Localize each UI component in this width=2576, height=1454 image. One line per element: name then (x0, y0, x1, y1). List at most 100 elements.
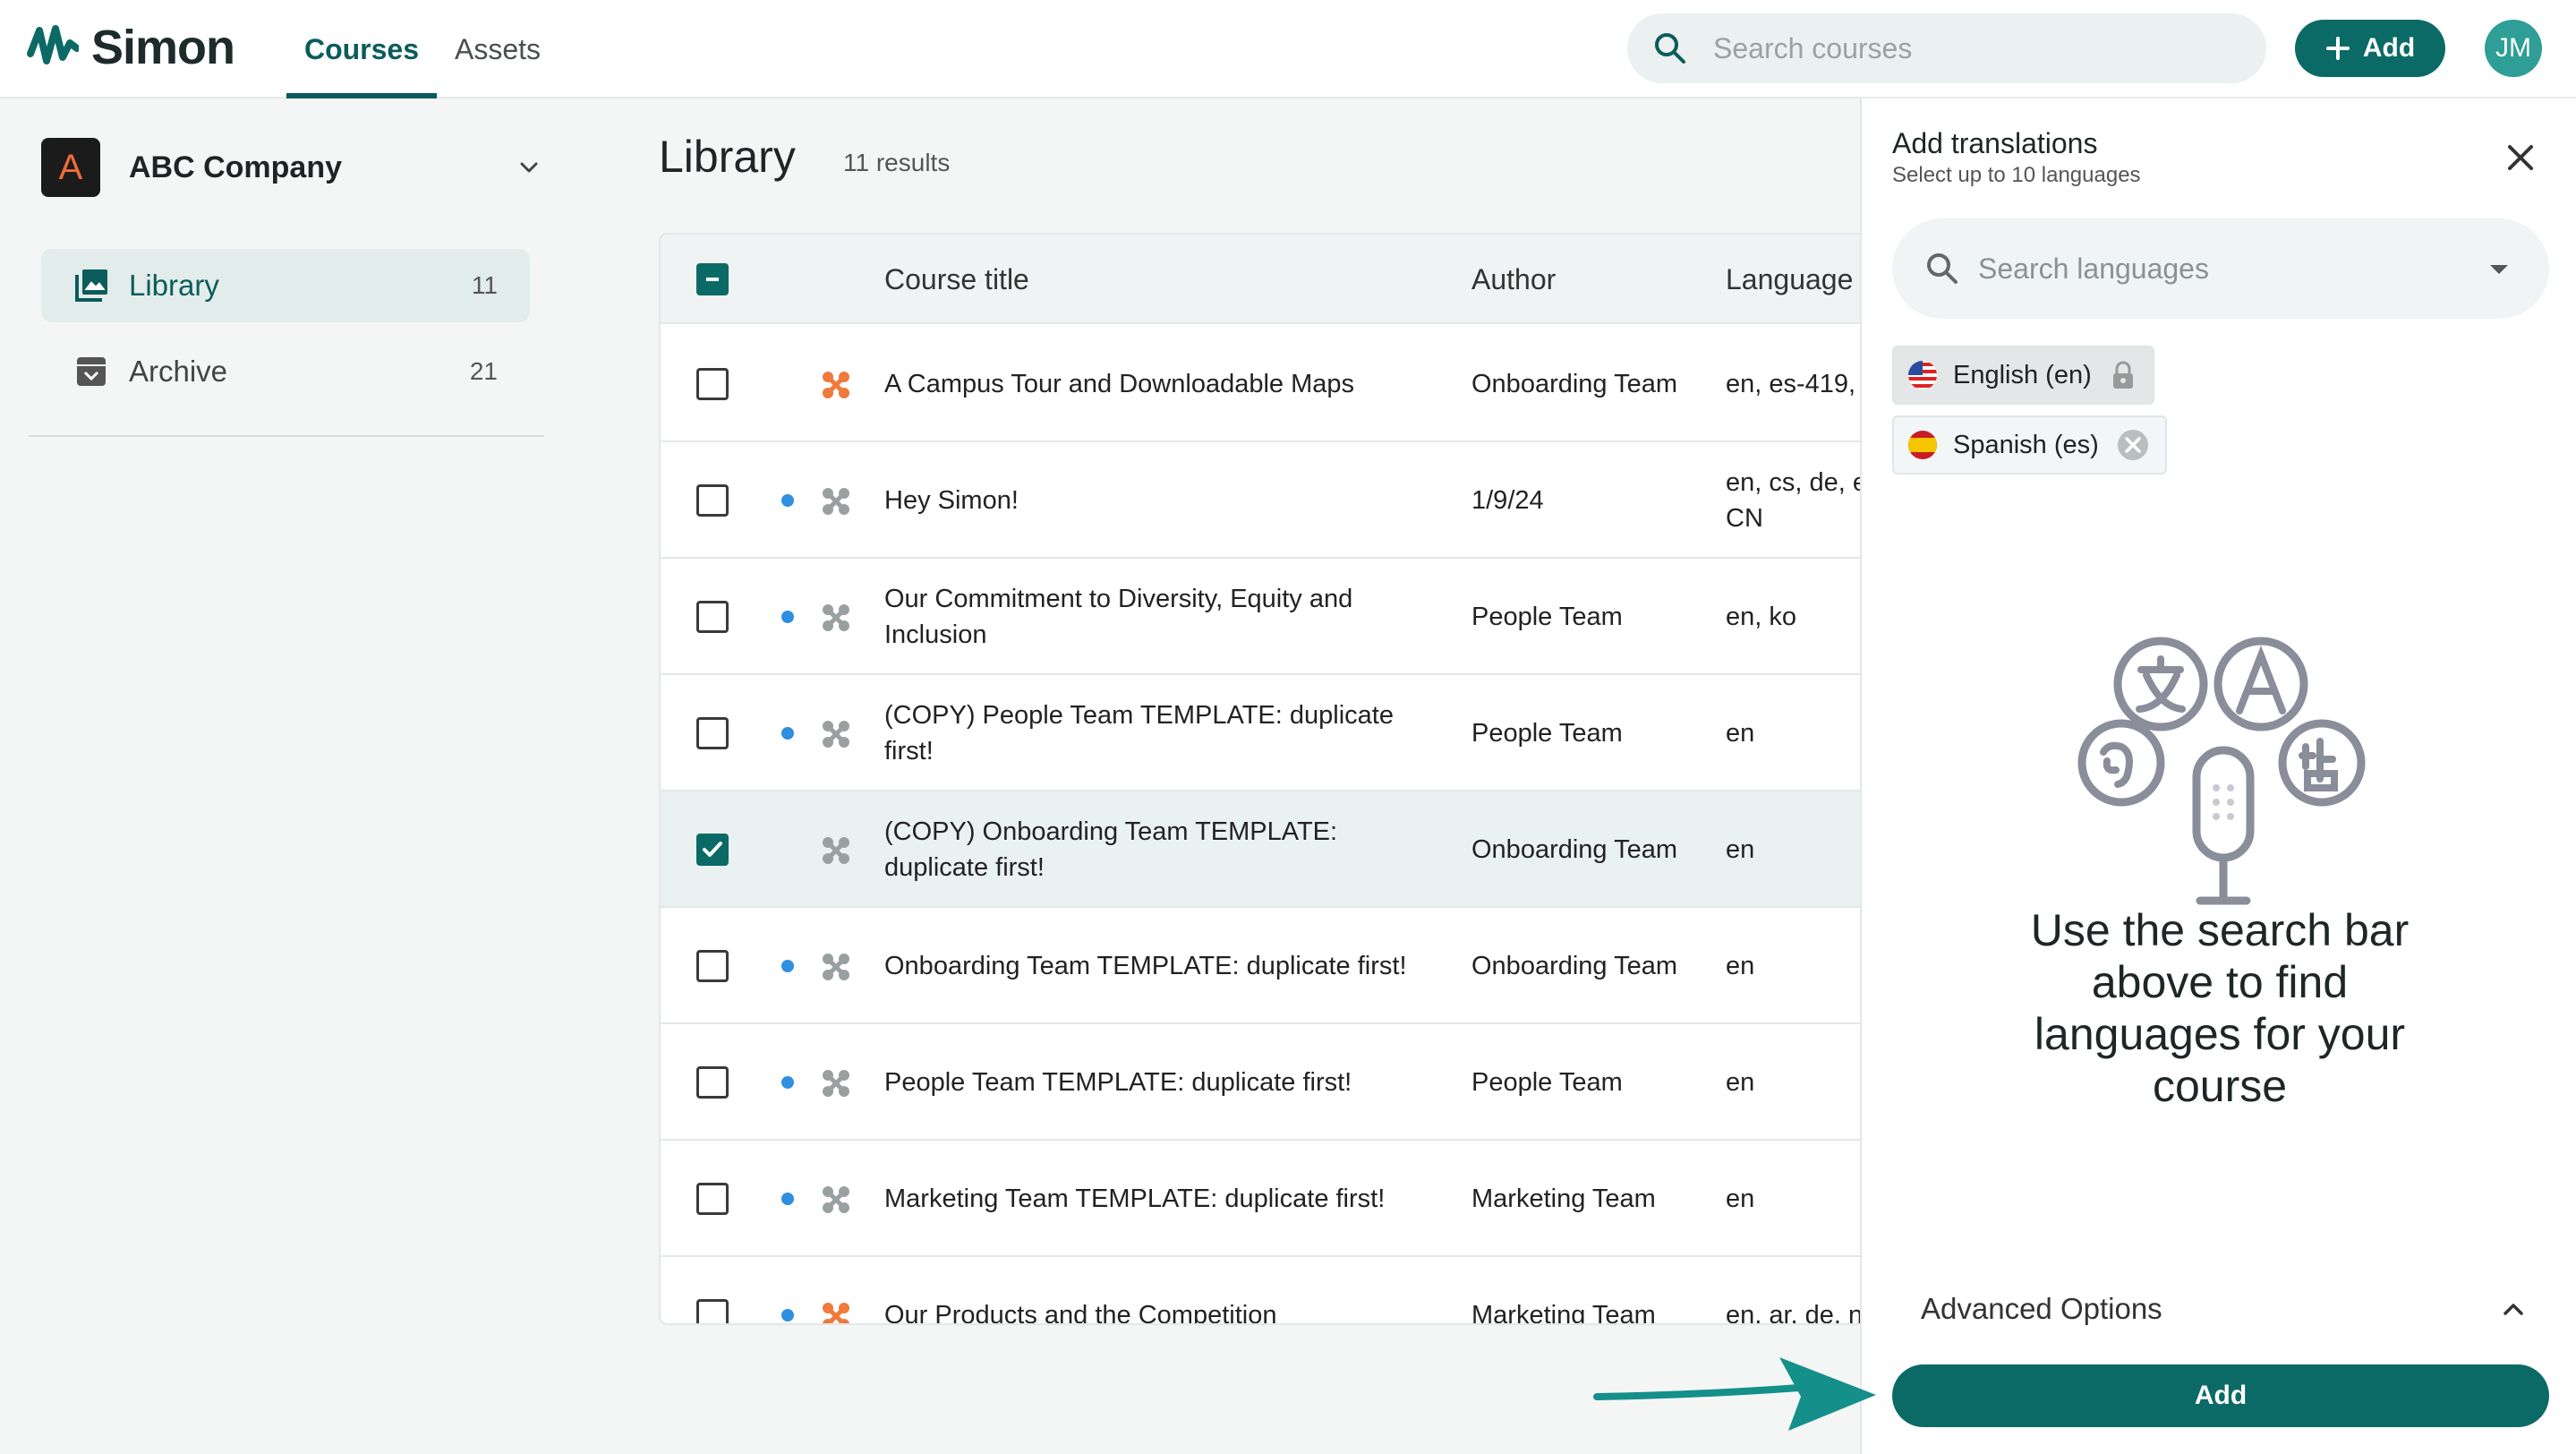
course-title-cell[interactable]: Onboarding Team TEMPLATE: duplicate firs… (884, 908, 1421, 1024)
table-row[interactable]: Our Commitment to Diversity, Equity and … (661, 559, 1910, 675)
unpublished-dot (781, 1309, 794, 1321)
table-header: Course title Author Language (661, 235, 1910, 324)
simon-logo-icon (27, 25, 79, 64)
checkmark-icon (703, 842, 722, 857)
course-title-cell[interactable]: A Campus Tour and Downloadable Maps (884, 326, 1421, 442)
column-header-title[interactable]: Course title (884, 235, 1029, 324)
main-content: Library 11 results Course title Author L… (573, 98, 1912, 1454)
add-course-button[interactable]: Add (2295, 20, 2445, 77)
course-title-cell[interactable]: Our Commitment to Diversity, Equity and … (884, 559, 1421, 675)
course-title-cell[interactable]: Hey Simon! (884, 442, 1421, 559)
table-row[interactable]: Marketing Team TEMPLATE: duplicate first… (661, 1141, 1910, 1257)
add-translations-panel: Add translations Select up to 10 languag… (1860, 98, 2576, 1454)
us-flag-icon (1908, 361, 1937, 389)
row-checkbox[interactable] (696, 717, 729, 749)
author-cell: Onboarding Team (1471, 835, 1678, 864)
select-all-checkbox[interactable] (696, 263, 729, 295)
column-header-author[interactable]: Author (1471, 235, 1556, 324)
sidebar-item-label: Archive (129, 355, 228, 388)
column-header-language[interactable]: Language (1726, 235, 1853, 324)
row-checkbox[interactable] (696, 1183, 729, 1215)
sidebar: A ABC Company Library 11 Archive 21 (0, 98, 573, 1454)
unpublished-dot (781, 1193, 794, 1205)
language-chip-label: English (en) (1953, 360, 2092, 389)
lock-icon (2112, 361, 2133, 389)
language-chip-label: Spanish (es) (1953, 430, 2099, 459)
search-icon (1927, 253, 1958, 284)
row-checkbox[interactable] (696, 834, 729, 866)
table-row[interactable]: A Campus Tour and Downloadable Maps Onboa… (661, 326, 1910, 442)
course-search-input[interactable] (1713, 31, 2214, 65)
row-checkbox[interactable] (696, 368, 729, 400)
add-translations-button[interactable]: Add (1892, 1364, 2549, 1427)
course-title-cell[interactable]: People Team TEMPLATE: duplicate first! (884, 1024, 1421, 1141)
row-checkbox[interactable] (696, 950, 729, 982)
org-name: ABC Company (129, 150, 343, 184)
translation-illustration-icon (2077, 637, 2366, 905)
author-cell: Marketing Team (1471, 1301, 1656, 1325)
chevron-down-icon (520, 162, 538, 173)
pointer-arrow-icon (1593, 1357, 1876, 1431)
table-row[interactable]: Our Products and the Competition Marketin… (661, 1257, 1910, 1325)
language-search-box[interactable] (1892, 218, 2549, 319)
tab-assets-label: Assets (455, 32, 542, 65)
tab-courses-label: Courses (303, 32, 420, 65)
top-bar: Simon Courses Assets Add JM (0, 0, 2576, 98)
sidebar-divider (29, 435, 544, 437)
brand-logo[interactable]: Simon (27, 16, 235, 79)
courses-table: Course title Author Language A Campus To… (659, 233, 1912, 1325)
row-checkbox[interactable] (696, 601, 729, 633)
user-avatar[interactable]: JM (2485, 20, 2542, 77)
row-checkbox[interactable] (696, 1299, 729, 1323)
course-title-cell[interactable]: (COPY) People Team TEMPLATE: duplicate f… (884, 675, 1421, 791)
close-icon[interactable] (2503, 140, 2538, 175)
add-course-label: Add (2362, 33, 2416, 63)
caret-down-icon[interactable] (2488, 263, 2510, 276)
library-icon (75, 269, 107, 302)
course-title-cell[interactable]: Our Products and the Competition (884, 1257, 1421, 1323)
author-cell: People Team (1471, 603, 1623, 631)
add-translations-label: Add (2194, 1381, 2248, 1410)
table-row[interactable]: (COPY) People Team TEMPLATE: duplicate f… (661, 675, 1910, 791)
author-cell: People Team (1471, 719, 1623, 748)
page-title: Library (659, 132, 796, 182)
brand-name: Simon (91, 21, 235, 74)
language-chip-spanish: Spanish (es) (1892, 415, 2167, 475)
chevron-up-icon (2503, 1304, 2523, 1315)
sidebar-item-count: 11 (471, 271, 498, 299)
org-switcher[interactable]: A ABC Company (41, 136, 542, 199)
author-cell: Onboarding Team (1471, 952, 1678, 980)
course-type-icon (823, 604, 849, 631)
course-type-icon (823, 1186, 849, 1213)
author-cell: 1/9/24 (1471, 486, 1544, 515)
language-search-input[interactable] (1978, 252, 2479, 286)
course-type-icon (823, 837, 849, 864)
author-cell: Onboarding Team (1471, 370, 1678, 398)
sidebar-item-label: Library (129, 269, 219, 302)
advanced-options-toggle[interactable]: Advanced Options (1921, 1282, 2529, 1336)
course-search-box[interactable] (1627, 13, 2266, 83)
results-count: 11 results (843, 149, 951, 176)
sidebar-item-archive[interactable]: Archive 21 (41, 335, 530, 408)
archive-icon (77, 357, 106, 386)
sidebar-item-count: 21 (469, 357, 498, 385)
table-row[interactable]: (COPY) Onboarding Team TEMPLATE: duplica… (661, 791, 1910, 908)
language-chip-english: English (en) (1892, 346, 2154, 405)
unpublished-dot (781, 727, 794, 740)
course-type-icon (823, 721, 849, 748)
sidebar-item-library[interactable]: Library 11 (41, 249, 530, 322)
unpublished-dot (781, 494, 794, 507)
row-checkbox[interactable] (696, 484, 729, 517)
table-row[interactable]: People Team TEMPLATE: duplicate first! Pe… (661, 1024, 1910, 1141)
empty-state-message: Use the search bar above to find languag… (2030, 905, 2410, 1111)
tab-assets[interactable]: Assets (455, 0, 541, 98)
table-row[interactable]: Onboarding Team TEMPLATE: duplicate firs… (661, 908, 1910, 1024)
tab-courses[interactable]: Courses (286, 0, 437, 98)
table-row[interactable]: Hey Simon! 1/9/24 en, cs, de, e CN (661, 442, 1910, 559)
remove-icon[interactable] (2117, 429, 2149, 461)
row-checkbox[interactable] (696, 1066, 729, 1099)
panel-subtitle: Select up to 10 languages (1892, 163, 2141, 187)
course-type-icon (823, 372, 849, 398)
course-title-cell[interactable]: Marketing Team TEMPLATE: duplicate first… (884, 1141, 1421, 1257)
course-title-cell[interactable]: (COPY) Onboarding Team TEMPLATE: duplica… (884, 791, 1421, 908)
